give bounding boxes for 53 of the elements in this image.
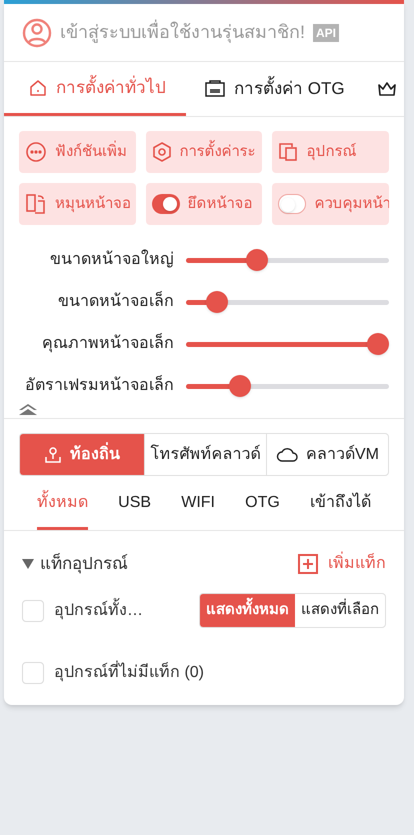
slider-thumb[interactable]: [367, 332, 389, 354]
slider-label: ขนาดหน้าจอเล็ก: [57, 290, 174, 312]
action-button[interactable]: อุปกรณ์: [272, 131, 389, 173]
source-tab[interactable]: คลาวด์VM: [266, 434, 388, 475]
slider[interactable]: [186, 374, 389, 398]
rotate-icon: [25, 193, 47, 215]
checkbox[interactable]: [22, 600, 44, 622]
checkbox[interactable]: [22, 662, 44, 684]
filter-tab[interactable]: ทั้งหมด: [37, 478, 88, 530]
cloud-icon: [276, 446, 298, 462]
add-tag-button[interactable]: เพิ่มแท็ก: [298, 552, 386, 576]
filter-tab[interactable]: USB: [118, 478, 152, 530]
slider-thumb[interactable]: [229, 374, 252, 396]
slider[interactable]: [186, 248, 389, 272]
slider-label: อัตราเฟรมหน้าจอเล็ก: [24, 374, 174, 396]
action-button[interactable]: ควบคุมหน้า: [272, 183, 389, 225]
action-button[interactable]: หมุนหน้าจอ: [19, 183, 136, 225]
crown-icon: [376, 79, 398, 99]
filter-tab[interactable]: OTG: [245, 478, 280, 530]
slider[interactable]: [186, 332, 389, 356]
slider[interactable]: [186, 290, 389, 314]
expand-triangle-icon[interactable]: [22, 558, 34, 569]
source-tab[interactable]: โทรศัพท์คลาวด์: [144, 434, 266, 475]
login-link[interactable]: เข้าสู่ระบบเพื่อใช้งานรุ่นสมาชิก!: [60, 19, 306, 46]
toggle-switch[interactable]: [278, 194, 306, 214]
mode-option[interactable]: แสดงที่เลือก: [295, 594, 385, 627]
user-icon[interactable]: [22, 18, 52, 48]
collapse-icon[interactable]: [18, 404, 38, 416]
slider-thumb[interactable]: [206, 290, 228, 312]
filter-tab[interactable]: เข้าถึงได้: [310, 478, 371, 530]
api-badge: API: [313, 24, 340, 42]
mode-option[interactable]: แสดงทั้งหมด: [200, 594, 295, 627]
more-icon: [25, 141, 47, 163]
slider-thumb[interactable]: [246, 248, 268, 270]
action-button[interactable]: ยึดหน้าจอ: [146, 183, 262, 225]
source-tab[interactable]: ท้องถิ่น: [20, 434, 144, 475]
action-button[interactable]: การตั้งค่าระ: [146, 131, 262, 173]
filter-tab[interactable]: WIFI: [181, 478, 215, 530]
settings-icon: [152, 141, 172, 163]
slider-label: คุณภาพหน้าจอเล็ก: [41, 332, 174, 354]
section-title: แท็กอุปกรณ์: [40, 552, 128, 576]
action-button[interactable]: ฟังก์ชันเพิ่ม: [19, 131, 136, 173]
toggle-switch[interactable]: [152, 194, 180, 214]
checkbox-label: อุปกรณ์ทั้ง…: [54, 598, 143, 622]
settings-tab[interactable]: การตั้งค่าทั่วไป: [4, 62, 186, 116]
devices-icon: [278, 142, 298, 162]
home-icon: [28, 78, 48, 98]
port-icon: [204, 79, 226, 99]
slider-label: ขนาดหน้าจอใหญ่: [49, 248, 174, 270]
add-icon: [298, 554, 318, 574]
checkbox-label: อุปกรณ์ที่ไม่มีแท็ก (0): [54, 660, 204, 684]
upload-icon: [44, 446, 62, 464]
settings-tab[interactable]: การตั้งค่า OTG: [186, 62, 366, 116]
